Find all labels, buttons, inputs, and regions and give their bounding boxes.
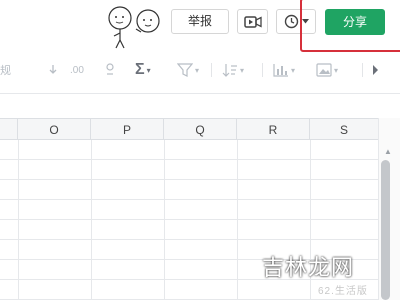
more-icon	[373, 65, 378, 75]
toolbar-separator	[262, 63, 263, 77]
filter-button[interactable]: ▾	[177, 61, 199, 79]
top-bar: 举报 分享	[0, 0, 400, 52]
video-button[interactable]	[237, 9, 268, 34]
row-line	[0, 159, 378, 160]
sort-button[interactable]: ▾	[222, 61, 244, 79]
column-line	[18, 140, 19, 300]
sum-dropdown-icon: ▾	[146, 65, 151, 75]
filter-icon	[177, 63, 193, 77]
sort-icon	[222, 64, 237, 77]
chart-button[interactable]: ▾	[273, 61, 295, 79]
filter-dropdown-icon: ▾	[195, 65, 200, 75]
dropdown-caret-icon	[301, 19, 309, 24]
clear-format-button[interactable]	[105, 61, 115, 79]
image-dropdown-icon: ▾	[334, 65, 339, 75]
number-format-label: 规	[0, 65, 11, 77]
sum-icon: Σ	[135, 61, 145, 78]
row-line	[0, 179, 378, 180]
video-icon	[243, 15, 262, 28]
column-line	[91, 140, 92, 300]
column-header[interactable]: R	[237, 119, 310, 140]
increase-decimal-button[interactable]: .00	[70, 61, 84, 79]
share-button[interactable]: 分享	[325, 9, 385, 35]
more-button[interactable]	[372, 61, 380, 79]
column-line	[237, 140, 238, 300]
formatting-toolbar: 规 .00 Σ ▾ ▾ ▾ ▾ ▾	[0, 55, 400, 85]
number-format-select[interactable]: 规	[0, 61, 11, 79]
column-header[interactable]: Q	[164, 119, 237, 140]
clock-icon	[284, 14, 298, 29]
sort-dropdown-icon: ▾	[240, 65, 245, 75]
formula-bar-divider	[0, 93, 400, 94]
column-header-row: O P Q R S	[0, 118, 378, 140]
decimal-label: .00	[70, 64, 84, 76]
column-header-n[interactable]	[0, 119, 18, 140]
report-button[interactable]: 举报	[171, 9, 229, 34]
decrease-decimal-icon	[49, 65, 57, 74]
watermark-text: 吉林龙网	[262, 256, 355, 281]
history-button[interactable]	[276, 9, 316, 34]
column-header[interactable]: O	[18, 119, 91, 140]
column-line	[164, 140, 165, 300]
row-line	[0, 239, 378, 240]
row-line	[0, 199, 378, 200]
chart-icon	[273, 64, 288, 77]
row-line	[0, 219, 378, 220]
column-header[interactable]: S	[310, 119, 378, 140]
scroll-up-arrow-icon[interactable]: ▲	[384, 147, 392, 156]
image-button[interactable]: ▾	[316, 61, 338, 79]
image-icon	[316, 63, 332, 77]
watermark-subtext: 62.生活版	[318, 286, 368, 297]
chart-dropdown-icon: ▾	[291, 65, 296, 75]
toolbar-separator	[362, 63, 363, 77]
toolbar-separator	[211, 63, 212, 77]
sticker-figures-icon	[103, 5, 163, 50]
sum-button[interactable]: Σ ▾	[135, 61, 151, 79]
increase-decimal-icon	[106, 63, 114, 75]
column-header[interactable]: P	[91, 119, 164, 140]
decrease-decimal-button[interactable]	[47, 61, 59, 79]
